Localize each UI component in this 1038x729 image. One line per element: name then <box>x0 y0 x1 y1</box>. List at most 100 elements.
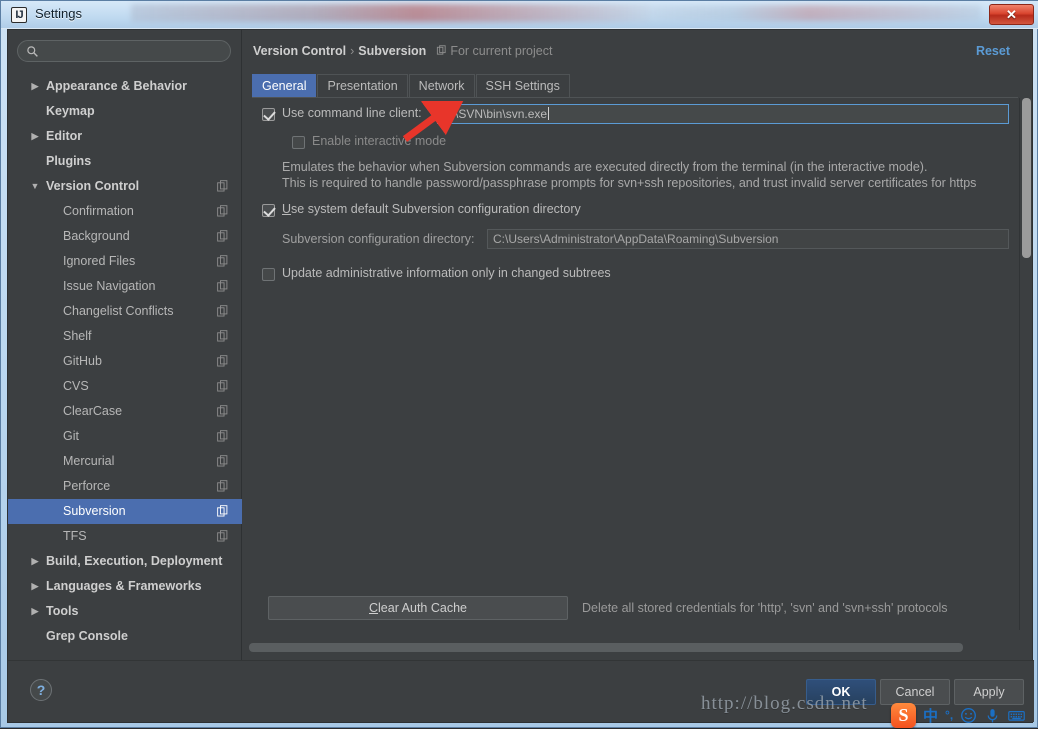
chevron-right-icon[interactable]: ▶ <box>30 574 40 599</box>
sidebar-item-label: Ignored Files <box>63 254 136 268</box>
sidebar-item-label: Keymap <box>46 104 95 118</box>
sidebar-item-label: Git <box>63 429 79 443</box>
sidebar-item-grep-console[interactable]: Grep Console <box>8 624 242 649</box>
project-scope: For current project <box>436 44 552 58</box>
copy-settings-icon[interactable] <box>217 455 228 467</box>
desktop-blur-left <box>131 4 651 22</box>
smiley-icon[interactable] <box>960 707 977 724</box>
sidebar-item-tfs[interactable]: TFS <box>8 524 242 549</box>
sidebar-item-languages-frameworks[interactable]: ▶ Languages & Frameworks <box>8 574 242 599</box>
sidebar-item-cvs[interactable]: CVS <box>8 374 242 399</box>
sidebar-item-github[interactable]: GitHub <box>8 349 242 374</box>
settings-tabs: General Presentation Network SSH Settings <box>252 74 1018 98</box>
sidebar-item-issue-navigation[interactable]: Issue Navigation <box>8 274 242 299</box>
vertical-scrollbar-thumb[interactable] <box>1022 98 1031 258</box>
search-input[interactable] <box>44 41 224 61</box>
enable-interactive-mode-checkbox[interactable] <box>292 136 305 149</box>
vertical-scrollbar[interactable] <box>1019 98 1032 630</box>
sidebar-item-label: Changelist Conflicts <box>63 304 174 318</box>
sidebar-item-confirmation[interactable]: Confirmation <box>8 199 242 224</box>
breadcrumb-parent[interactable]: Version Control <box>253 44 346 58</box>
settings-tree: ▶ Appearance & Behavior Keymap ▶ Editor Plugi… <box>8 74 242 654</box>
interactive-mode-description-line-2: This is required to handle password/pass… <box>282 176 977 190</box>
sidebar-item-subversion[interactable]: Subversion <box>8 499 242 524</box>
sidebar-item-label: Perforce <box>63 479 111 493</box>
sidebar-item-keymap[interactable]: Keymap <box>8 99 242 124</box>
tab-ssh-settings[interactable]: SSH Settings <box>475 74 570 97</box>
sidebar-item-label: Appearance & Behavior <box>46 79 188 93</box>
breadcrumb-current: Subversion <box>358 44 427 58</box>
copy-settings-icon[interactable] <box>217 180 228 192</box>
sogou-logo-icon[interactable]: S <box>891 702 916 728</box>
sidebar-item-label: Shelf <box>63 329 92 343</box>
sidebar-item-background[interactable]: Background <box>8 224 242 249</box>
copy-settings-icon[interactable] <box>217 505 228 517</box>
horizontal-scrollbar[interactable] <box>247 641 1018 654</box>
sidebar-item-ignored-files[interactable]: Ignored Files <box>8 249 242 274</box>
tab-presentation[interactable]: Presentation <box>317 74 408 97</box>
close-icon[interactable]: ✕ <box>989 4 1034 25</box>
copy-settings-icon[interactable] <box>217 230 228 242</box>
sidebar-item-changelist-conflicts[interactable]: Changelist Conflicts <box>8 299 242 324</box>
sidebar-item-tools[interactable]: ▶ Tools <box>8 599 242 624</box>
copy-settings-icon[interactable] <box>217 430 228 442</box>
reset-link[interactable]: Reset <box>976 44 1010 58</box>
sidebar-item-mercurial[interactable]: Mercurial <box>8 449 242 474</box>
sidebar-item-git[interactable]: Git <box>8 424 242 449</box>
settings-detail-pane: Version Control › Subversion For current pr… <box>243 30 1032 660</box>
use-command-line-client-label: Use command line client: <box>282 106 422 120</box>
sidebar-item-label: Background <box>63 229 130 243</box>
search-icon <box>27 46 38 57</box>
copy-settings-icon[interactable] <box>217 405 228 417</box>
sidebar-item-label: Languages & Frameworks <box>46 579 202 593</box>
copy-settings-icon[interactable] <box>217 205 228 217</box>
use-system-default-config-label: Use system default Subversion configurat… <box>282 202 581 216</box>
ime-punctuation-mode[interactable]: °, <box>945 708 953 722</box>
copy-settings-icon[interactable] <box>217 530 228 542</box>
use-system-default-config-checkbox[interactable] <box>262 204 275 217</box>
help-icon[interactable]: ? <box>30 679 52 701</box>
tab-general[interactable]: General <box>252 74 317 97</box>
copy-settings-icon[interactable] <box>217 330 228 342</box>
config-directory-input[interactable]: C:\Users\Administrator\AppData\Roaming\S… <box>487 229 1009 249</box>
chevron-down-icon[interactable]: ▼ <box>30 174 40 199</box>
copy-settings-icon[interactable] <box>217 355 228 367</box>
sidebar-item-label: CVS <box>63 379 89 393</box>
sidebar-item-appearance-behavior[interactable]: ▶ Appearance & Behavior <box>8 74 242 99</box>
chevron-right-icon[interactable]: ▶ <box>30 599 40 624</box>
sidebar-item-perforce[interactable]: Perforce <box>8 474 242 499</box>
sidebar-item-label: Issue Navigation <box>63 279 156 293</box>
sidebar-item-label: Editor <box>46 129 83 143</box>
keyboard-icon[interactable] <box>1008 707 1025 724</box>
copy-settings-icon[interactable] <box>217 305 228 317</box>
sidebar-item-build-execution-deployment[interactable]: ▶ Build, Execution, Deployment <box>8 549 242 574</box>
chevron-right-icon[interactable]: ▶ <box>30 549 40 574</box>
svn-executable-path-input[interactable]: D:\SVN\bin\svn.exe <box>437 104 1009 124</box>
sidebar-item-plugins[interactable]: Plugins <box>8 149 242 174</box>
update-admin-info-checkbox[interactable] <box>262 268 275 281</box>
enable-interactive-mode-label: Enable interactive mode <box>312 134 447 148</box>
window-title: Settings <box>35 6 82 21</box>
chevron-right-icon[interactable]: ▶ <box>30 124 40 149</box>
ime-language-mode[interactable]: 中 <box>923 705 938 726</box>
clear-auth-cache-button[interactable]: Clear Auth Cache <box>268 596 568 620</box>
sidebar-item-version-control[interactable]: ▼ Version Control <box>8 174 242 199</box>
mnemonic-letter: U <box>282 202 292 216</box>
tab-network[interactable]: Network <box>408 74 475 97</box>
sidebar-item-shelf[interactable]: Shelf <box>8 324 242 349</box>
copy-settings-icon[interactable] <box>217 380 228 392</box>
sidebar-item-label: GitHub <box>63 354 102 368</box>
general-tab-panel: Use command line client: D:\SVN\bin\svn.… <box>252 98 1018 630</box>
sidebar-item-clearcase[interactable]: ClearCase <box>8 399 242 424</box>
sidebar-item-label: Confirmation <box>63 204 134 218</box>
copy-settings-icon[interactable] <box>217 255 228 267</box>
use-system-default-config-text: se system default Subversion configurati… <box>291 202 581 216</box>
sidebar-item-editor[interactable]: ▶ Editor <box>8 124 242 149</box>
use-command-line-client-checkbox[interactable] <box>262 108 275 121</box>
microphone-icon[interactable] <box>984 707 1001 724</box>
chevron-right-icon[interactable]: ▶ <box>30 74 40 99</box>
copy-settings-icon[interactable] <box>217 480 228 492</box>
search-box[interactable] <box>17 40 231 62</box>
copy-settings-icon[interactable] <box>217 280 228 292</box>
horizontal-scrollbar-thumb[interactable] <box>249 643 963 652</box>
